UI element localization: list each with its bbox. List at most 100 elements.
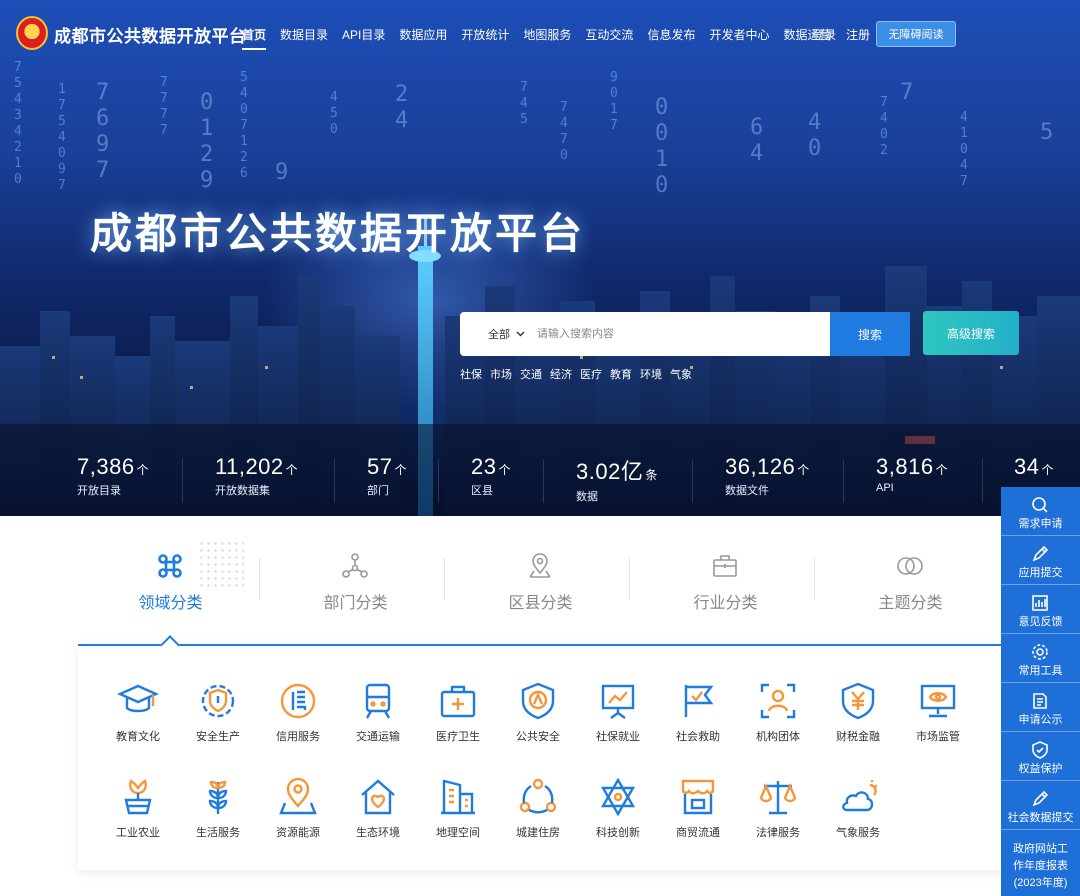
- category-public-security[interactable]: 公共安全: [498, 680, 578, 750]
- category-transport[interactable]: 交通运输: [338, 680, 418, 750]
- category-geospatial[interactable]: 地理空间: [418, 776, 498, 846]
- category-organizations[interactable]: 机构团体: [738, 680, 818, 750]
- tab-label: 领域分类: [138, 595, 203, 612]
- network-icon: [519, 778, 557, 814]
- category-market-supervision[interactable]: 市场监管: [898, 680, 978, 750]
- nav-map-service[interactable]: 地图服务: [523, 26, 571, 43]
- stat-datasets[interactable]: 11,202 个 开放数据集: [215, 454, 298, 498]
- stat-districts[interactable]: 23 个 区县: [471, 454, 511, 498]
- category-weather[interactable]: 气象服务: [818, 776, 898, 846]
- category-production-safety[interactable]: 安全生产: [178, 680, 258, 750]
- search-input[interactable]: [537, 328, 817, 340]
- category-credit[interactable]: 信用服务: [258, 680, 338, 750]
- police-badge-icon: [521, 682, 555, 720]
- stat-catalogs[interactable]: 7,386 个 开放目录: [77, 454, 149, 498]
- data-rain-decoration: 745: [520, 80, 528, 127]
- category-label: 市场监管: [916, 731, 960, 743]
- divider: [982, 459, 983, 503]
- category-social-security[interactable]: 社保就业: [578, 680, 658, 750]
- command-icon: [158, 554, 182, 578]
- hot-tag[interactable]: 医疗: [580, 366, 602, 382]
- nav-data-apps[interactable]: 数据应用: [399, 26, 447, 43]
- stat-label: 开放目录: [77, 485, 121, 497]
- stat-records[interactable]: 3.02亿条 数据: [576, 454, 657, 504]
- category-resources-energy[interactable]: 资源能源: [258, 776, 338, 846]
- category-life-services[interactable]: 生活服务: [178, 776, 258, 846]
- category-label: 交通运输: [356, 731, 400, 743]
- hero-title: 成都市公共数据开放平台: [90, 209, 586, 258]
- hot-tag[interactable]: 交通: [520, 366, 542, 382]
- stat-unit: 个: [797, 463, 810, 477]
- divider: [629, 558, 630, 600]
- divider: [814, 558, 815, 600]
- category-label: 机构团体: [756, 731, 800, 743]
- sidebar-item-app-submit[interactable]: 应用提交: [1001, 536, 1080, 585]
- sidebar-item-label: 申请公示: [1018, 714, 1063, 726]
- site-logo-title[interactable]: 成都市公共数据开放平台: [54, 22, 247, 47]
- tab-industry[interactable]: 行业分类: [633, 540, 818, 620]
- sidebar-item-tools[interactable]: 常用工具: [1001, 634, 1080, 683]
- data-rain-decoration: 64: [750, 115, 764, 166]
- hot-tag[interactable]: 社保: [460, 366, 482, 382]
- sidebar-item-demand-request[interactable]: 需求申请: [1001, 487, 1080, 536]
- tab-district[interactable]: 区县分类: [448, 540, 633, 620]
- gear-icon: [1032, 644, 1048, 660]
- annual-report-link[interactable]: 政府网站工 作年度报表 (2023年度): [1001, 841, 1080, 892]
- stat-value: 36,126: [725, 454, 796, 479]
- register-link[interactable]: 注册: [846, 26, 870, 43]
- stat-api[interactable]: 3,816 个 API: [876, 454, 948, 494]
- tab-label: 主题分类: [878, 595, 943, 612]
- stat-files[interactable]: 36,126 个 数据文件: [725, 454, 809, 498]
- sidebar-item-social-data-submit[interactable]: 社会数据提交: [1001, 781, 1080, 830]
- tab-domain[interactable]: 领域分类: [78, 540, 263, 620]
- accessibility-button[interactable]: 无障碍阅读: [876, 21, 956, 47]
- category-label: 城建住房: [516, 827, 560, 839]
- category-innovation[interactable]: 科技创新: [578, 776, 658, 846]
- data-rain-decoration: 75434210: [14, 60, 22, 187]
- nav-statistics[interactable]: 开放统计: [461, 26, 509, 43]
- tab-department[interactable]: 部门分类: [263, 540, 448, 620]
- category-finance[interactable]: 财税金融: [818, 680, 898, 750]
- search-scope-select[interactable]: 全部: [488, 326, 525, 342]
- category-commerce[interactable]: 商贸流通: [658, 776, 738, 846]
- data-rain-decoration: 24: [395, 82, 409, 133]
- wheat-icon: [208, 780, 228, 814]
- hot-tag[interactable]: 市场: [490, 366, 512, 382]
- category-label: 公共安全: [516, 731, 560, 743]
- sidebar-item-rights-protection[interactable]: 权益保护: [1001, 732, 1080, 781]
- data-rain-decoration: 7777: [160, 75, 168, 138]
- sidebar-item-public-notice[interactable]: 申请公示: [1001, 683, 1080, 732]
- hot-tag[interactable]: 经济: [550, 366, 572, 382]
- advanced-search-button[interactable]: 高级搜索: [923, 311, 1019, 355]
- dot-pattern-decoration: [198, 540, 244, 590]
- category-urban-housing[interactable]: 城建住房: [498, 776, 578, 846]
- hot-tag[interactable]: 教育: [610, 366, 632, 382]
- nav-developer[interactable]: 开发者中心: [709, 26, 769, 43]
- category-industry-agriculture[interactable]: 工业农业: [98, 776, 178, 846]
- train-icon: [365, 683, 391, 719]
- sidebar-item-feedback[interactable]: 意见反馈: [1001, 585, 1080, 634]
- nav-interaction[interactable]: 互动交流: [585, 26, 633, 43]
- category-medical[interactable]: 医疗卫生: [418, 680, 498, 750]
- nav-home[interactable]: 首页: [242, 26, 267, 50]
- category-social-aid[interactable]: 社会救助: [658, 680, 738, 750]
- hot-tag[interactable]: 气象: [670, 366, 692, 382]
- stat-value: 7,386: [77, 454, 135, 479]
- pen-icon: [1032, 545, 1049, 562]
- category-legal[interactable]: 法律服务: [738, 776, 818, 846]
- cloud-sun-icon: [842, 780, 877, 812]
- login-link[interactable]: 登录: [812, 26, 836, 43]
- nav-data-catalog[interactable]: 数据目录: [280, 26, 328, 43]
- tab-topic[interactable]: 主题分类: [818, 540, 1003, 620]
- search-button[interactable]: 搜索: [830, 312, 910, 356]
- sidebar-item-label: 权益保护: [1018, 763, 1063, 775]
- stat-departments[interactable]: 57 个 部门: [367, 454, 407, 498]
- category-education[interactable]: 教育文化: [98, 680, 178, 750]
- category-ecology[interactable]: 生态环境: [338, 776, 418, 846]
- divider: [438, 459, 439, 503]
- data-rain-decoration: 0010: [655, 95, 669, 198]
- stat-more[interactable]: 34 个: [1014, 454, 1054, 482]
- nav-api-catalog[interactable]: API目录: [342, 26, 385, 43]
- hot-tag[interactable]: 环境: [640, 366, 662, 382]
- nav-news[interactable]: 信息发布: [647, 26, 695, 43]
